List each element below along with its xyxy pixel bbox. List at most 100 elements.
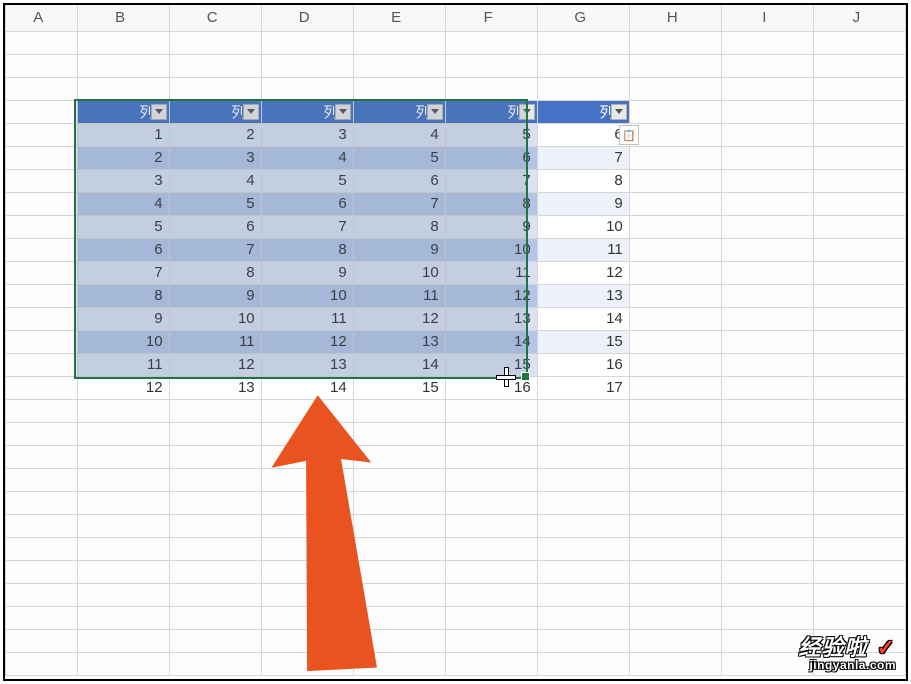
cell-blank[interactable] (261, 606, 353, 629)
table-cell[interactable]: 7 (537, 146, 629, 169)
cell-blank[interactable] (629, 330, 721, 353)
cell-blank[interactable] (261, 422, 353, 445)
cell-blank[interactable] (445, 422, 537, 445)
cell-blank[interactable] (77, 652, 169, 675)
table-cell[interactable]: 8 (77, 284, 169, 307)
cell-blank[interactable] (537, 77, 629, 100)
cell-blank[interactable] (537, 560, 629, 583)
cell-blank[interactable] (537, 629, 629, 652)
filter-dropdown-icon[interactable] (519, 104, 535, 120)
cell-blank[interactable] (537, 31, 629, 54)
cell-blank[interactable] (6, 606, 78, 629)
table-cell[interactable]: 8 (445, 192, 537, 215)
cell-blank[interactable] (169, 537, 261, 560)
cell-blank[interactable] (77, 606, 169, 629)
column-header-I[interactable]: I (721, 5, 813, 31)
cell-blank[interactable] (353, 468, 445, 491)
cell-blank[interactable] (6, 445, 78, 468)
cell-blank[interactable] (813, 422, 905, 445)
cell-blank[interactable] (721, 238, 813, 261)
cell-blank[interactable] (629, 468, 721, 491)
cell-blank[interactable] (813, 100, 905, 123)
table-cell[interactable]: 9 (445, 215, 537, 238)
cell-blank[interactable] (353, 606, 445, 629)
cell-blank[interactable] (169, 629, 261, 652)
cell-blank[interactable] (721, 606, 813, 629)
cell-blank[interactable] (77, 537, 169, 560)
cell-blank[interactable] (813, 353, 905, 376)
cell-blank[interactable] (353, 54, 445, 77)
table-cell[interactable]: 9 (353, 238, 445, 261)
cell-blank[interactable] (169, 583, 261, 606)
cell-blank[interactable] (445, 399, 537, 422)
table-cell[interactable]: 4 (169, 169, 261, 192)
cell-blank[interactable] (537, 468, 629, 491)
cell-blank[interactable] (6, 422, 78, 445)
table-cell[interactable]: 11 (169, 330, 261, 353)
cell-blank[interactable] (261, 31, 353, 54)
cell-blank[interactable] (445, 560, 537, 583)
cell-blank[interactable] (6, 261, 78, 284)
table-cell[interactable]: 8 (353, 215, 445, 238)
cell-blank[interactable] (6, 123, 78, 146)
cell-blank[interactable] (169, 468, 261, 491)
cell-blank[interactable] (445, 468, 537, 491)
table-cell[interactable]: 17 (537, 376, 629, 399)
table-cell[interactable]: 11 (445, 261, 537, 284)
cell-blank[interactable] (169, 652, 261, 675)
table-cell[interactable]: 10 (353, 261, 445, 284)
cell-blank[interactable] (629, 399, 721, 422)
cell-blank[interactable] (445, 514, 537, 537)
column-header-row[interactable]: ABCDEFGHIJ (6, 5, 906, 31)
cell-blank[interactable] (445, 54, 537, 77)
cell-blank[interactable] (537, 537, 629, 560)
cell-blank[interactable] (721, 445, 813, 468)
cell-blank[interactable] (77, 491, 169, 514)
cell-blank[interactable] (629, 560, 721, 583)
cell-blank[interactable] (261, 629, 353, 652)
cell-blank[interactable] (629, 284, 721, 307)
table-cell[interactable]: 12 (77, 376, 169, 399)
cell-blank[interactable] (629, 261, 721, 284)
cell-blank[interactable] (721, 261, 813, 284)
cell-blank[interactable] (353, 652, 445, 675)
cell-blank[interactable] (629, 606, 721, 629)
cell-blank[interactable] (6, 399, 78, 422)
cell-blank[interactable] (629, 192, 721, 215)
cell-blank[interactable] (261, 583, 353, 606)
cell-blank[interactable] (77, 31, 169, 54)
cell-blank[interactable] (169, 606, 261, 629)
column-header-J[interactable]: J (813, 5, 905, 31)
cell-blank[interactable] (813, 238, 905, 261)
cell-blank[interactable] (537, 445, 629, 468)
cell-blank[interactable] (721, 192, 813, 215)
cell-blank[interactable] (445, 491, 537, 514)
table-cell[interactable]: 3 (169, 146, 261, 169)
cell-blank[interactable] (445, 606, 537, 629)
table-cell[interactable]: 12 (445, 284, 537, 307)
table-cell[interactable]: 10 (445, 238, 537, 261)
cell-blank[interactable] (629, 77, 721, 100)
table-cell[interactable]: 5 (353, 146, 445, 169)
cell-blank[interactable] (537, 606, 629, 629)
cell-blank[interactable] (261, 399, 353, 422)
cell-blank[interactable] (813, 192, 905, 215)
cell-blank[interactable] (629, 376, 721, 399)
table-cell[interactable]: 11 (261, 307, 353, 330)
cell-blank[interactable] (261, 54, 353, 77)
filter-dropdown-icon[interactable] (335, 104, 351, 120)
cell-blank[interactable] (6, 376, 78, 399)
cell-blank[interactable] (813, 284, 905, 307)
paste-options-button[interactable]: 📋 (619, 125, 639, 145)
cell-blank[interactable] (537, 491, 629, 514)
cell-blank[interactable] (813, 376, 905, 399)
cell-blank[interactable] (721, 422, 813, 445)
table-cell[interactable]: 5 (261, 169, 353, 192)
cell-blank[interactable] (353, 445, 445, 468)
table-cell[interactable]: 13 (353, 330, 445, 353)
cell-blank[interactable] (169, 54, 261, 77)
cell-blank[interactable] (6, 353, 78, 376)
table-cell[interactable]: 4 (261, 146, 353, 169)
table-cell[interactable]: 10 (537, 215, 629, 238)
cell-blank[interactable] (813, 468, 905, 491)
